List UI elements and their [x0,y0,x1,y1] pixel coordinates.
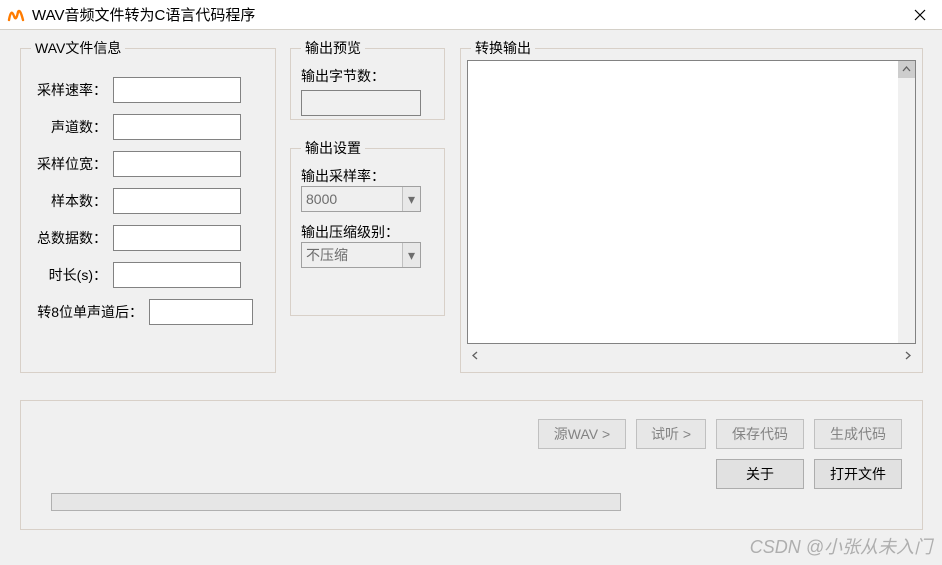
open-file-button[interactable]: 打开文件 [814,459,902,489]
mono8-label: 转8位单声道后： [31,302,149,322]
bottom-panel: 源WAV > 试听 > 保存代码 生成代码 关于 打开文件 [20,400,923,530]
app-icon [6,5,26,25]
channels-label: 声道数： [31,117,113,137]
watermark: CSDN @小张从未入门 [750,533,932,559]
bit-depth-field[interactable] [113,151,241,177]
group-convert-output: 转换输出 [460,38,923,373]
sample-rate-label: 采样速率： [31,80,113,100]
listen-button: 试听 > [636,419,706,449]
scroll-up-icon[interactable] [898,61,915,78]
scroll-left-icon[interactable] [467,347,484,364]
group-output-preview: 输出预览 输出字节数： [290,38,445,120]
sample-rate-field[interactable] [113,77,241,103]
group-wav-info: WAV文件信息 采样速率： 声道数： 采样位宽： 样本数： 总数据数： 时长(s… [20,38,276,373]
close-button[interactable] [897,0,942,29]
chevron-down-icon: ▾ [402,243,420,267]
samples-field[interactable] [113,188,241,214]
data-size-label: 总数据数： [31,228,113,248]
settings-legend: 输出设置 [301,138,365,158]
client-area: WAV文件信息 采样速率： 声道数： 采样位宽： 样本数： 总数据数： 时长(s… [0,30,942,565]
output-textarea[interactable] [467,60,916,344]
compress-select[interactable]: 不压缩 ▾ [301,242,421,268]
compress-value: 不压缩 [306,245,348,265]
about-button[interactable]: 关于 [716,459,804,489]
vertical-scrollbar[interactable] [898,61,915,343]
mono8-field[interactable] [149,299,253,325]
samples-label: 样本数： [31,191,113,211]
bit-depth-label: 采样位宽： [31,154,113,174]
data-size-field[interactable] [113,225,241,251]
out-rate-label: 输出采样率： [301,166,434,186]
bytes-label: 输出字节数： [301,66,434,86]
progress-bar [51,493,621,511]
compress-label: 输出压缩级别： [301,222,434,242]
output-legend: 转换输出 [471,38,535,58]
preview-legend: 输出预览 [301,38,365,58]
horizontal-scrollbar[interactable] [467,346,916,364]
out-rate-select[interactable]: 8000 ▾ [301,186,421,212]
duration-field[interactable] [113,262,241,288]
chevron-down-icon: ▾ [402,187,420,211]
group-output-settings: 输出设置 输出采样率： 8000 ▾ 输出压缩级别： 不压缩 ▾ [290,138,445,316]
out-rate-value: 8000 [306,191,337,207]
scroll-right-icon[interactable] [899,347,916,364]
title-bar: WAV音频文件转为C语言代码程序 [0,0,942,30]
generate-code-button: 生成代码 [814,419,902,449]
bytes-field [301,90,421,116]
save-code-button: 保存代码 [716,419,804,449]
channels-field[interactable] [113,114,241,140]
duration-label: 时长(s)： [31,265,113,285]
source-wav-button: 源WAV > [538,419,626,449]
window-title: WAV音频文件转为C语言代码程序 [32,4,897,25]
wav-info-legend: WAV文件信息 [31,38,125,58]
